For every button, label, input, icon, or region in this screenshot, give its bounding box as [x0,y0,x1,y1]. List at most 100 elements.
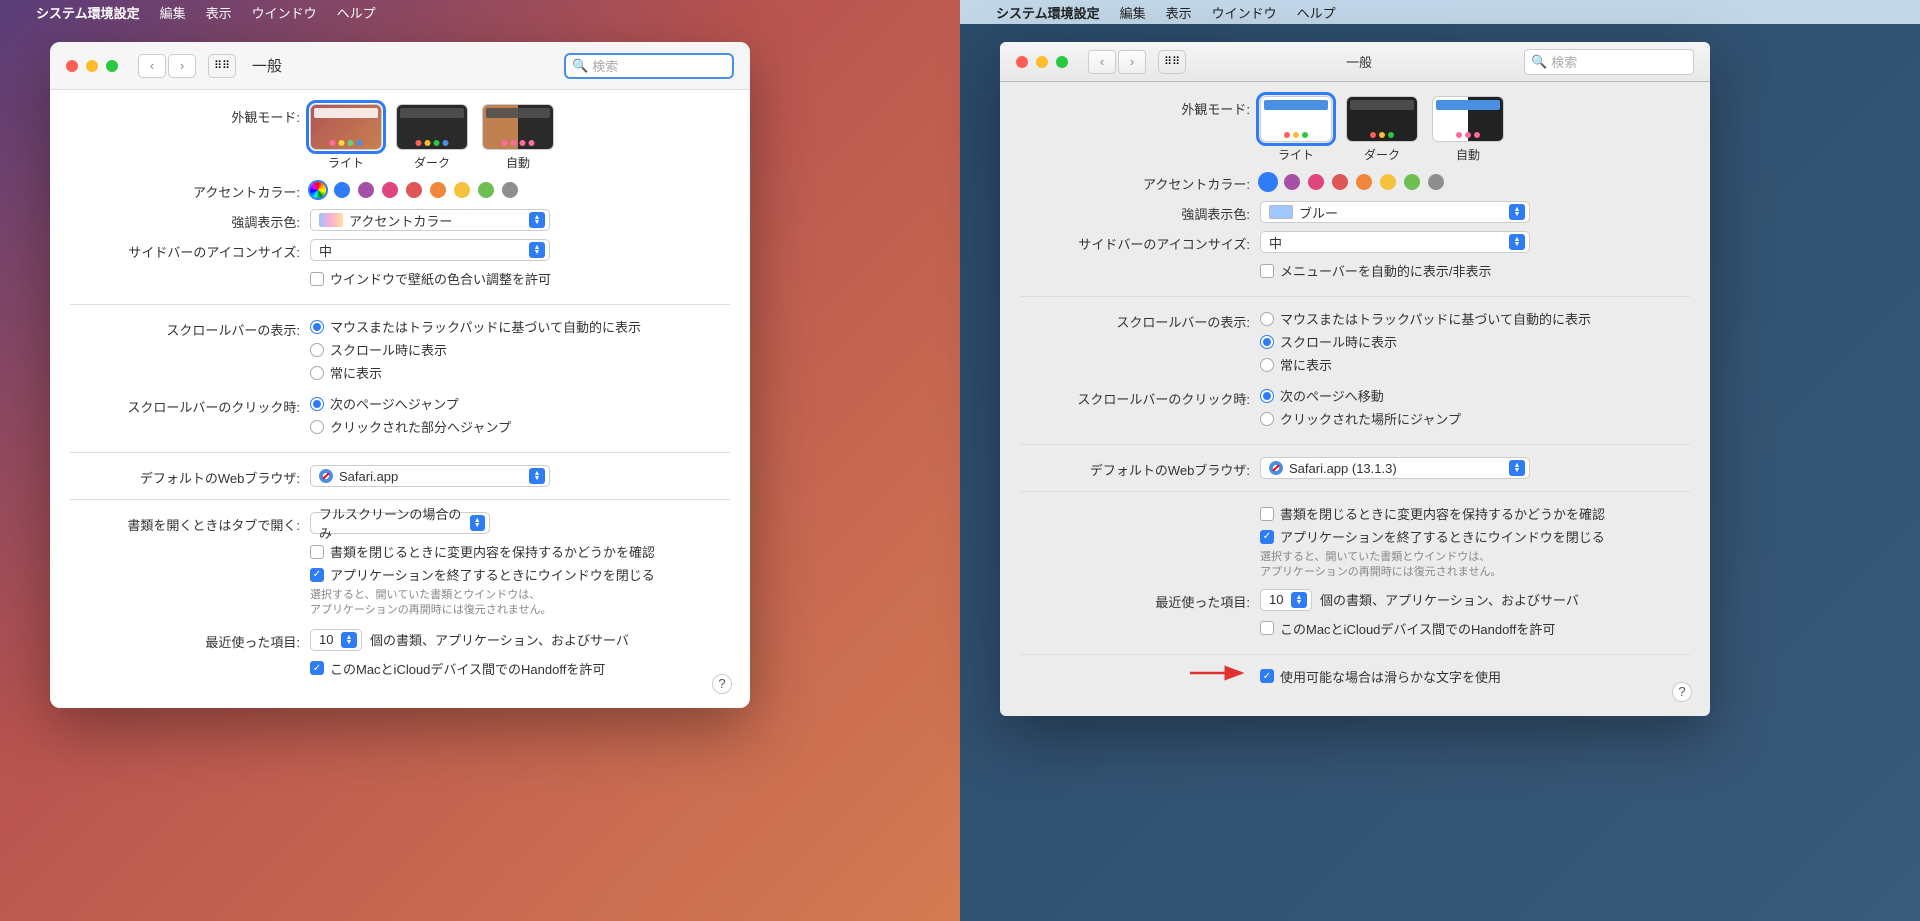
accent-blue[interactable] [334,182,350,198]
ask-keep-checkbox[interactable]: 書類を閉じるときに変更内容を保持するかどうかを確認 [1260,504,1690,523]
tabs-select[interactable]: フルスクリーンの場合のみ▲▼ [310,512,490,534]
click-page-radio[interactable]: 次のページへジャンプ [310,394,730,413]
appearance-light[interactable]: ライト [1260,96,1332,163]
menu-view[interactable]: 表示 [1166,3,1192,22]
accent-pink[interactable] [382,182,398,198]
scroll-always-radio[interactable]: 常に表示 [310,363,730,382]
sidebar-size-select[interactable]: 中▲▼ [310,239,550,261]
accent-purple[interactable] [1284,174,1300,190]
menu-help[interactable]: ヘルプ [1297,3,1336,22]
accent-swatches [310,182,730,198]
search-placeholder: 検索 [1551,52,1577,71]
accent-graphite[interactable] [1428,174,1444,190]
prefs-window-right: ‹› ⠿⠿ 一般 🔍検索 外観モード: ライト ダーク 自動 アクセントカラー: [1000,42,1710,716]
highlight-select[interactable]: アクセントカラー▲▼ [310,209,550,231]
appearance-dark[interactable]: ダーク [396,104,468,171]
menu-edit[interactable]: 編集 [1120,3,1146,22]
ask-keep-checkbox[interactable]: 書類を閉じるときに変更内容を保持するかどうかを確認 [310,542,730,561]
app-menu[interactable]: システム環境設定 [36,3,140,22]
forward-button[interactable]: › [168,54,196,78]
accent-orange[interactable] [430,182,446,198]
scroll-always-radio[interactable]: 常に表示 [1260,355,1690,374]
recent-select[interactable]: 10▲▼ [310,629,362,651]
accent-multicolor[interactable] [310,182,326,198]
menubar-left: システム環境設定 編集 表示 ウインドウ ヘルプ [0,0,960,24]
appearance-auto[interactable]: 自動 [482,104,554,171]
menubar-autohide-checkbox[interactable]: メニューバーを自動的に表示/非表示 [1260,261,1690,280]
appearance-dark[interactable]: ダーク [1346,96,1418,163]
scroll-when-radio[interactable]: スクロール時に表示 [310,340,730,359]
traffic-lights [66,60,118,72]
search-field[interactable]: 🔍 検索 [564,53,734,79]
click-page-radio[interactable]: 次のページへ移動 [1260,386,1690,405]
scroll-auto-radio[interactable]: マウスまたはトラックパッドに基づいて自動的に表示 [310,317,730,336]
zoom-button[interactable] [106,60,118,72]
help-button[interactable]: ? [712,674,732,694]
appearance-label: 外観モード: [1020,96,1260,118]
callout-arrow [1190,666,1250,684]
appearance-light[interactable]: ライト [310,104,382,171]
menubar-right: システム環境設定 編集 表示 ウインドウ ヘルプ [960,0,1920,24]
forward-button[interactable]: › [1118,50,1146,74]
search-placeholder: 検索 [592,56,618,75]
sidebar-size-label: サイドバーのアイコンサイズ: [70,239,310,261]
click-spot-radio[interactable]: クリックされた場所にジャンプ [1260,409,1690,428]
appearance-auto[interactable]: 自動 [1432,96,1504,163]
accent-blue[interactable] [1260,174,1276,190]
font-smoothing-checkbox[interactable]: ✓使用可能な場合は滑らかな文字を使用 [1260,667,1690,686]
highlight-label: 強調表示色: [70,209,310,231]
menu-window[interactable]: ウインドウ [1212,3,1277,22]
browser-select[interactable]: Safari.app (13.1.3)▲▼ [1260,457,1530,479]
window-title: 一般 [1346,52,1372,71]
sidebar-size-label: サイドバーのアイコンサイズ: [1020,231,1260,253]
accent-green[interactable] [1404,174,1420,190]
app-menu[interactable]: システム環境設定 [996,3,1100,22]
click-spot-radio[interactable]: クリックされた部分へジャンプ [310,417,730,436]
minimize-button[interactable] [1036,56,1048,68]
accent-yellow[interactable] [1380,174,1396,190]
scroll-auto-radio[interactable]: マウスまたはトラックパッドに基づいて自動的に表示 [1260,309,1690,328]
window-title: 一般 [252,55,282,76]
help-button[interactable]: ? [1672,682,1692,702]
scrollbar-click-label: スクロールバーのクリック時: [1020,386,1260,408]
search-icon: 🔍 [572,58,588,74]
wallpaper-tint-checkbox[interactable]: ウインドウで壁紙の色合い調整を許可 [310,269,730,288]
menu-help[interactable]: ヘルプ [337,3,376,22]
accent-red[interactable] [1332,174,1348,190]
close-windows-checkbox[interactable]: ✓アプリケーションを終了するときにウインドウを閉じる [310,565,730,584]
accent-label: アクセントカラー: [70,179,310,201]
scroll-when-radio[interactable]: スクロール時に表示 [1260,332,1690,351]
accent-graphite[interactable] [502,182,518,198]
search-field[interactable]: 🔍検索 [1524,49,1694,75]
browser-label: デフォルトのWebブラウザ: [70,465,310,487]
handoff-checkbox[interactable]: このMacとiCloudデバイス間でのHandoffを許可 [1260,619,1690,638]
accent-green[interactable] [478,182,494,198]
menu-window[interactable]: ウインドウ [252,3,317,22]
recent-label: 最近使った項目: [70,629,310,651]
back-button[interactable]: ‹ [1088,50,1116,74]
highlight-select[interactable]: ブルー▲▼ [1260,201,1530,223]
handoff-checkbox[interactable]: ✓このMacとiCloudデバイス間でのHandoffを許可 [310,659,730,678]
show-all-button[interactable]: ⠿⠿ [208,54,236,78]
accent-red[interactable] [406,182,422,198]
browser-label: デフォルトのWebブラウザ: [1020,457,1260,479]
accent-yellow[interactable] [454,182,470,198]
zoom-button[interactable] [1056,56,1068,68]
accent-pink[interactable] [1308,174,1324,190]
minimize-button[interactable] [86,60,98,72]
recent-label: 最近使った項目: [1020,589,1260,611]
scrollbar-show-label: スクロールバーの表示: [70,317,310,339]
close-windows-checkbox[interactable]: ✓アプリケーションを終了するときにウインドウを閉じる [1260,527,1690,546]
accent-purple[interactable] [358,182,374,198]
sidebar-size-select[interactable]: 中▲▼ [1260,231,1530,253]
close-button[interactable] [66,60,78,72]
back-button[interactable]: ‹ [138,54,166,78]
tabs-label: 書類を開くときはタブで開く: [70,512,310,534]
browser-select[interactable]: Safari.app▲▼ [310,465,550,487]
menu-edit[interactable]: 編集 [160,3,186,22]
accent-orange[interactable] [1356,174,1372,190]
show-all-button[interactable]: ⠿⠿ [1158,50,1186,74]
menu-view[interactable]: 表示 [206,3,232,22]
recent-select[interactable]: 10▲▼ [1260,589,1312,611]
close-button[interactable] [1016,56,1028,68]
